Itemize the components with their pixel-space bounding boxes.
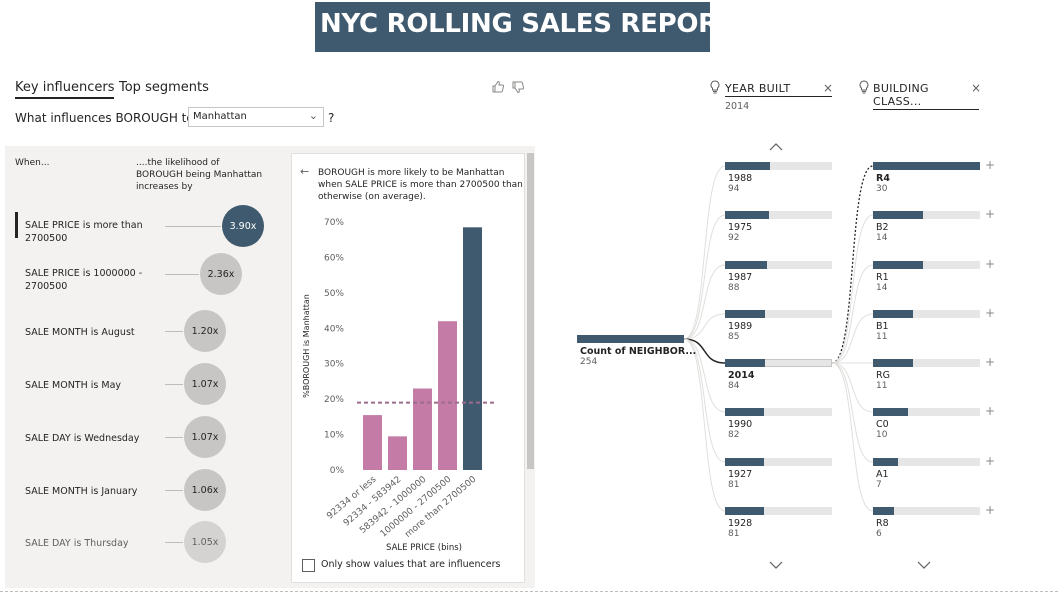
- node-value: 92: [728, 233, 740, 243]
- node-value: 30: [876, 184, 888, 194]
- expand-plus-icon[interactable]: +: [985, 207, 995, 221]
- node-bar-fill: [873, 458, 898, 466]
- expand-plus-icon[interactable]: +: [985, 404, 995, 418]
- page-bottom-border: [0, 591, 1058, 592]
- node-label: B1: [876, 321, 889, 332]
- node-bar-fill: [725, 261, 767, 269]
- node-bar-fill: [873, 359, 913, 367]
- node-label: 1928: [728, 518, 753, 529]
- node-bar-fill: [873, 162, 980, 170]
- node-label: B2: [876, 222, 889, 233]
- node-value: 88: [728, 283, 740, 293]
- node-value: 14: [876, 283, 888, 293]
- node-value: 81: [728, 529, 740, 539]
- node-value: 85: [728, 332, 740, 342]
- node-bar-fill: [725, 458, 764, 466]
- decomposition-connectors: [683, 165, 874, 512]
- tree-connector: [683, 338, 726, 463]
- tree-connector: [831, 165, 874, 364]
- tree-connector: [831, 362, 874, 512]
- node-label: 1988: [728, 173, 753, 184]
- node-label: C0: [876, 419, 889, 430]
- node-label: 1990: [728, 419, 753, 430]
- node-bar-fill: [873, 261, 923, 269]
- node-bar-fill: [725, 359, 765, 367]
- tree-connector: [831, 214, 874, 364]
- node-value: 81: [728, 480, 740, 490]
- expand-plus-icon[interactable]: +: [985, 257, 995, 271]
- node-value: 10: [876, 430, 888, 440]
- node-label: R4: [876, 173, 890, 184]
- node-value: 82: [728, 430, 740, 440]
- node-label: R1: [876, 272, 889, 283]
- node-value: 11: [876, 381, 888, 391]
- node-value: 7: [876, 480, 882, 490]
- expand-plus-icon[interactable]: +: [985, 454, 995, 468]
- tree-connector: [831, 264, 874, 364]
- root-node-bar[interactable]: [577, 335, 684, 343]
- expand-plus-icon[interactable]: +: [985, 355, 995, 369]
- node-value: 14: [876, 233, 888, 243]
- node-bar-fill: [873, 310, 913, 318]
- node-label: 1975: [728, 222, 753, 233]
- node-value: 94: [728, 184, 740, 194]
- node-bar-fill: [725, 408, 764, 416]
- node-label: RG: [876, 370, 890, 381]
- tree-connector: [831, 362, 874, 413]
- expand-plus-icon[interactable]: +: [985, 306, 995, 320]
- tree-connector: [831, 362, 874, 463]
- tree-connector: [683, 338, 726, 512]
- root-node-label: Count of NEIGHBOR...: [580, 346, 697, 357]
- node-bar-fill: [725, 507, 764, 515]
- node-value: 11: [876, 332, 888, 342]
- expand-plus-icon[interactable]: +: [985, 158, 995, 172]
- node-label: R8: [876, 518, 889, 529]
- node-bar-fill: [725, 162, 770, 170]
- node-bar-fill: [873, 408, 908, 416]
- node-label: 2014: [728, 370, 755, 381]
- expand-plus-icon[interactable]: +: [985, 503, 995, 517]
- node-bar-fill: [873, 211, 923, 219]
- tree-connector: [683, 165, 726, 340]
- node-label: 1927: [728, 469, 753, 480]
- tree-connector: [831, 313, 874, 364]
- root-node-value: 254: [580, 357, 598, 367]
- node-bar-fill: [725, 310, 765, 318]
- node-bar-fill: [873, 507, 894, 515]
- node-label: A1: [876, 469, 889, 480]
- node-value: 84: [728, 381, 740, 391]
- tree-connector: [683, 214, 726, 340]
- node-value: 6: [876, 529, 882, 539]
- node-bar-fill: [725, 211, 769, 219]
- node-label: 1989: [728, 321, 753, 332]
- node-label: 1987: [728, 272, 753, 283]
